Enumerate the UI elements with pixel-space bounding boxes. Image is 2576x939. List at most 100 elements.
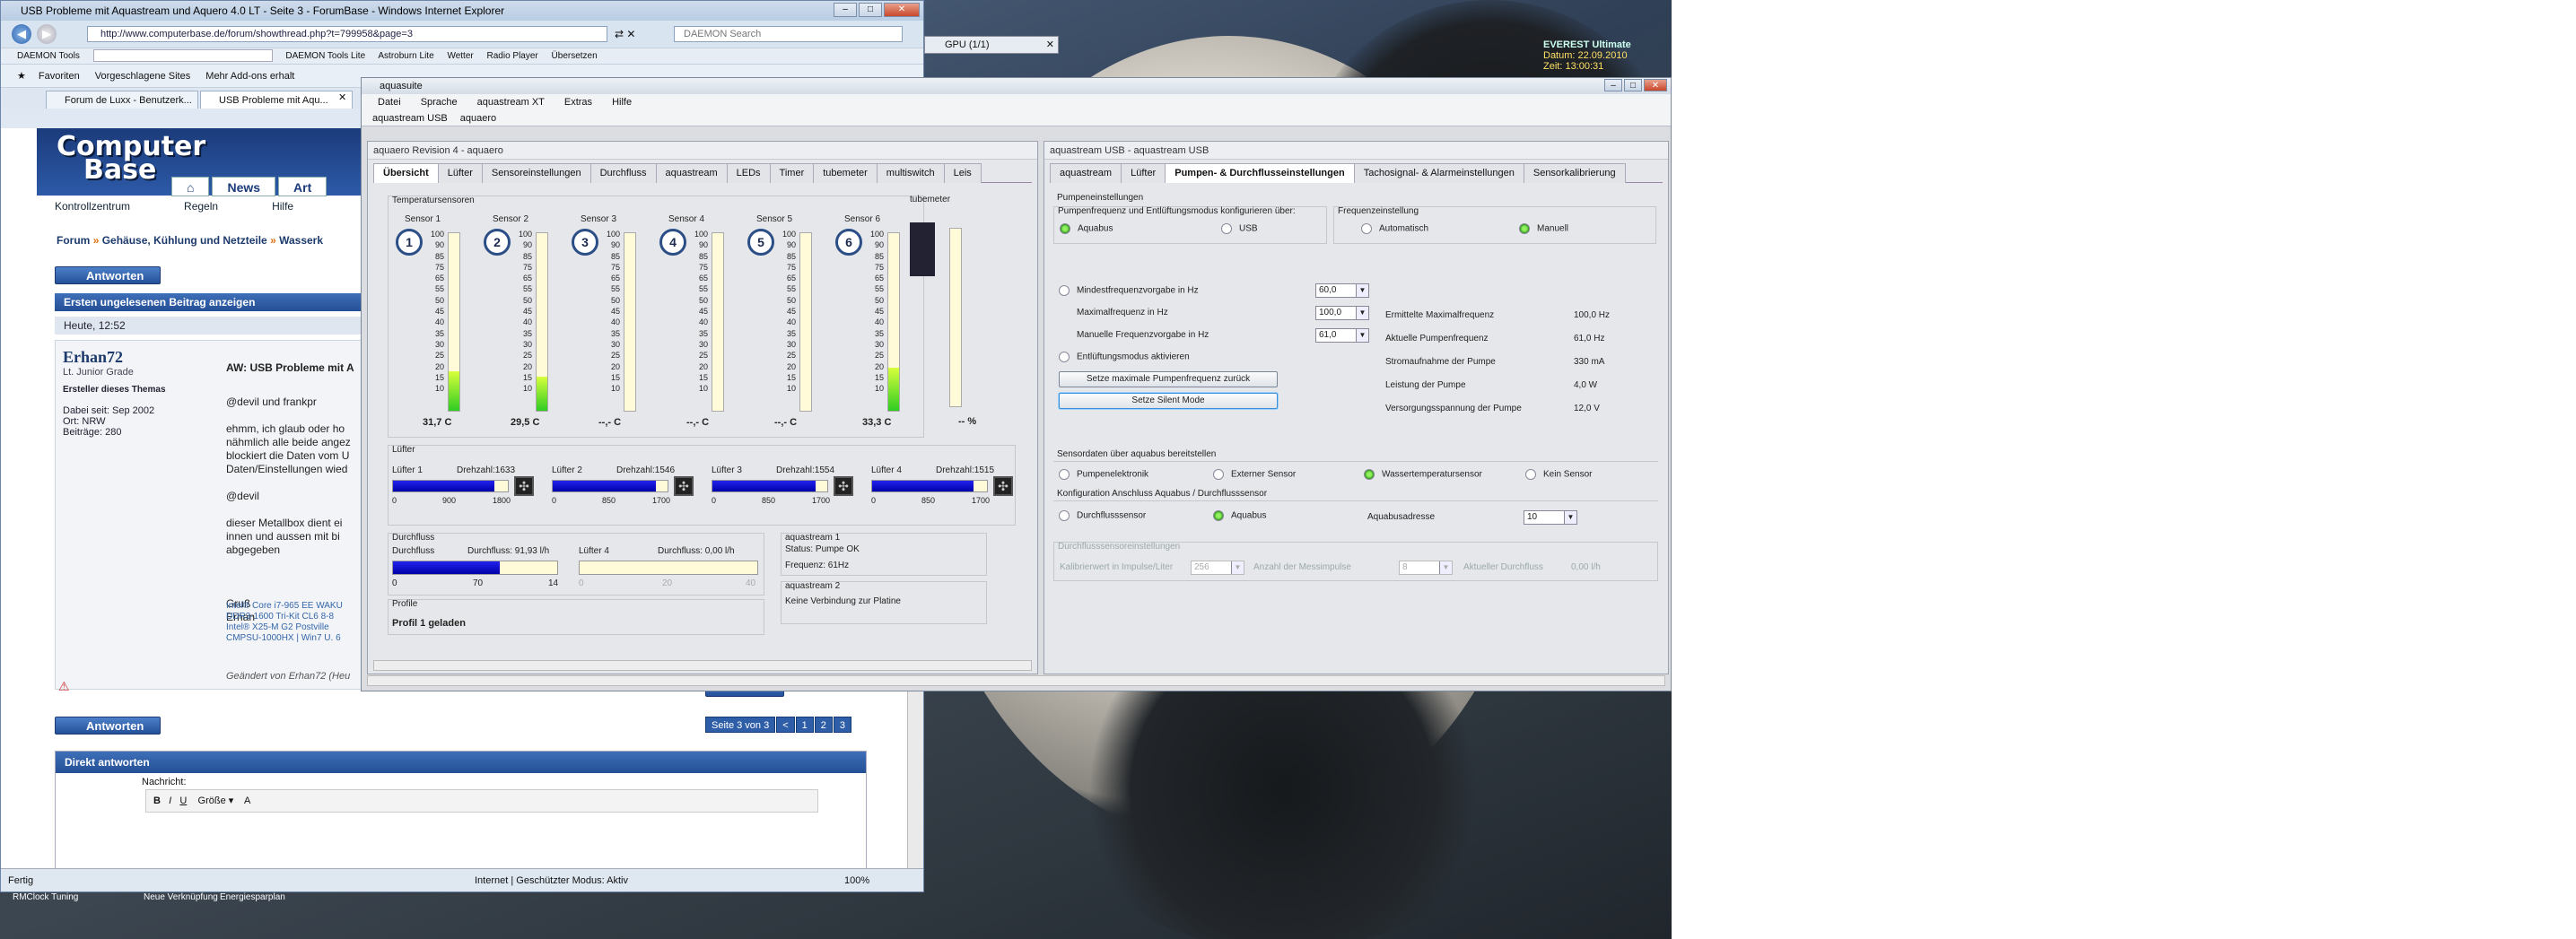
toolbar-item[interactable]: Übersetzen xyxy=(552,51,598,61)
tab-uebersicht[interactable]: Übersicht xyxy=(373,163,439,183)
calibration-select[interactable]: 256 ▼ xyxy=(1191,561,1244,575)
addons-link[interactable]: Mehr Add-ons erhalt xyxy=(205,71,294,82)
tab-tacho-alarm[interactable]: Tachosignal- & Alarmeinstellungen xyxy=(1353,163,1524,183)
fan-icon[interactable]: ✣ xyxy=(514,476,534,496)
bold-icon[interactable]: B xyxy=(153,796,161,806)
maximize-button[interactable]: □ xyxy=(859,3,882,17)
desktop-icon-rmclock[interactable]: RMClock Tuning xyxy=(13,892,78,902)
radio-automatic[interactable]: Automatisch xyxy=(1361,223,1428,234)
italic-icon[interactable]: I xyxy=(169,796,171,806)
favorites-button[interactable]: Favoriten xyxy=(39,71,80,82)
desktop-icon-shortcut[interactable]: Neue Verknüpfung xyxy=(144,892,218,902)
menu-extras[interactable]: Extras xyxy=(564,94,592,110)
star-icon[interactable]: ★ xyxy=(17,71,26,82)
text-color-icon[interactable]: A xyxy=(244,796,250,806)
nav-artikel[interactable]: Art xyxy=(278,177,327,196)
home-icon[interactable]: ⌂ xyxy=(171,177,210,196)
radio-conn-aquabus[interactable]: Aquabus xyxy=(1213,510,1266,521)
aquasuite-hscrollbar[interactable] xyxy=(367,675,1665,686)
toolbar-item[interactable]: DAEMON Tools Lite xyxy=(285,51,365,61)
page-prev[interactable]: < xyxy=(776,717,795,733)
page-2[interactable]: 2 xyxy=(814,717,833,733)
tab-leistung[interactable]: Leis xyxy=(943,163,982,183)
radio-water-temp-sensor[interactable]: Wassertemperatursensor xyxy=(1364,469,1482,480)
radio-venting[interactable]: Entlüftungsmodus aktivieren xyxy=(1059,352,1190,362)
tab-durchfluss[interactable]: Durchfluss xyxy=(589,163,657,183)
radio-flow-sensor[interactable]: Durchflusssensor xyxy=(1059,510,1146,521)
toolbar-item[interactable]: Radio Player xyxy=(487,51,538,61)
aquaero-hscrollbar[interactable] xyxy=(373,660,1032,671)
fan-icon[interactable]: ✣ xyxy=(834,476,853,496)
toolbar-search-input[interactable] xyxy=(92,49,273,63)
page-1[interactable]: 1 xyxy=(795,717,814,733)
radio-external-sensor[interactable]: Externer Sensor xyxy=(1213,469,1296,480)
subnav-regeln[interactable]: Regeln xyxy=(184,200,218,213)
toolbar-item[interactable]: DAEMON Tools xyxy=(17,51,80,61)
tab-aquastream[interactable]: aquastream xyxy=(1050,163,1122,183)
refresh-stop-icons[interactable]: ⇄ ✕ xyxy=(615,26,667,42)
maximize-button[interactable]: □ xyxy=(1624,79,1642,91)
device-aquastream-usb[interactable]: aquastream USB xyxy=(372,110,448,126)
minimize-button[interactable]: – xyxy=(834,3,857,17)
warning-icon[interactable]: ⚠ xyxy=(58,679,70,694)
tab-aquastream[interactable]: aquastream xyxy=(655,163,728,183)
radio-manual[interactable]: Manuell xyxy=(1519,223,1568,234)
fan-icon[interactable]: ✣ xyxy=(674,476,694,496)
device-aquaero[interactable]: aquaero xyxy=(460,110,496,126)
reply-button-top[interactable]: Antworten xyxy=(55,266,162,284)
close-button[interactable]: ✕ xyxy=(1644,79,1667,91)
radio-no-sensor[interactable]: Kein Sensor xyxy=(1525,469,1592,480)
toolbar-item[interactable]: Astroburn Lite xyxy=(378,51,433,61)
search-input[interactable]: DAEMON Search xyxy=(674,26,903,42)
username[interactable]: Erhan72 xyxy=(63,348,215,367)
subnav-hilfe[interactable]: Hilfe xyxy=(272,200,293,213)
menu-hilfe[interactable]: Hilfe xyxy=(612,94,632,110)
subnav-kontrollzentrum[interactable]: Kontrollzentrum xyxy=(55,200,130,213)
tab-calibration[interactable]: Sensorkalibrierung xyxy=(1523,163,1626,183)
tab-multiswitch[interactable]: multiswitch xyxy=(876,163,945,183)
gpu-window-tab[interactable]: GPU (1/1) ✕ xyxy=(924,36,1059,54)
font-size-select[interactable]: Größe xyxy=(198,796,226,806)
min-frequency-select[interactable]: 60,0 ▼ xyxy=(1315,283,1369,298)
aquabus-address-select[interactable]: 10 ▼ xyxy=(1524,510,1577,525)
computerbase-logo[interactable]: Computer Base xyxy=(57,134,205,184)
radio-pump-electronics[interactable]: Pumpenelektronik xyxy=(1059,469,1148,480)
tab-timer[interactable]: Timer xyxy=(769,163,815,183)
radio-aquabus[interactable]: Aquabus xyxy=(1060,223,1113,234)
underline-icon[interactable]: U xyxy=(179,796,187,806)
breadcrumb-forum[interactable]: Forum xyxy=(57,234,90,247)
page-3[interactable]: 3 xyxy=(833,717,852,733)
close-button[interactable]: ✕ xyxy=(884,3,920,17)
radio-min-frequency[interactable]: Mindestfrequenzvorgabe in Hz xyxy=(1059,285,1199,296)
security-zone[interactable]: Internet | Geschützter Modus: Aktiv xyxy=(475,869,628,892)
back-icon[interactable]: ◀ xyxy=(12,24,31,44)
tab-tubemeter[interactable]: tubemeter xyxy=(813,163,878,183)
silent-mode-button[interactable]: Setze Silent Mode xyxy=(1059,393,1278,409)
fan-icon[interactable]: ✣ xyxy=(993,476,1013,496)
zoom-level[interactable]: 100% xyxy=(844,869,869,892)
suggested-sites-link[interactable]: Vorgeschlagene Sites xyxy=(95,71,190,82)
nav-news[interactable]: News xyxy=(212,177,276,196)
radio-usb[interactable]: USB xyxy=(1221,223,1258,234)
ie-tab[interactable]: Forum de Luxx - Benutzerk... xyxy=(46,91,198,109)
breadcrumb-subforum[interactable]: Wasserk xyxy=(279,234,323,247)
count-select[interactable]: 8 ▼ xyxy=(1399,561,1453,575)
ie-tab-active[interactable]: USB Probleme mit Aqu... xyxy=(200,91,353,109)
toolbar-item[interactable]: Wetter xyxy=(447,51,473,61)
tab-leds[interactable]: LEDs xyxy=(726,163,771,183)
minimize-button[interactable]: – xyxy=(1604,79,1622,91)
desktop-icon-power[interactable]: Energiesparplan xyxy=(220,892,285,902)
reset-max-frequency-button[interactable]: Setze maximale Pumpenfrequenz zurück xyxy=(1059,371,1278,387)
menu-sprache[interactable]: Sprache xyxy=(421,94,458,110)
url-field[interactable]: http://www.computerbase.de/forum/showthr… xyxy=(87,26,607,42)
tab-luefter[interactable]: Lüfter xyxy=(1121,163,1166,183)
tab-sensoreinstellungen[interactable]: Sensoreinstellungen xyxy=(481,163,591,183)
reply-button-bottom[interactable]: Antworten xyxy=(55,717,162,735)
close-icon[interactable]: ✕ xyxy=(1046,37,1054,53)
menu-datei[interactable]: Datei xyxy=(378,94,401,110)
max-frequency-select[interactable]: 100,0 ▼ xyxy=(1315,306,1369,320)
forward-icon[interactable]: ▶ xyxy=(37,24,57,44)
tab-luefter[interactable]: Lüfter xyxy=(437,163,483,183)
breadcrumb-category[interactable]: Gehäuse, Kühlung und Netzteile xyxy=(102,234,267,247)
menu-aquastream-xt[interactable]: aquastream XT xyxy=(477,94,545,110)
